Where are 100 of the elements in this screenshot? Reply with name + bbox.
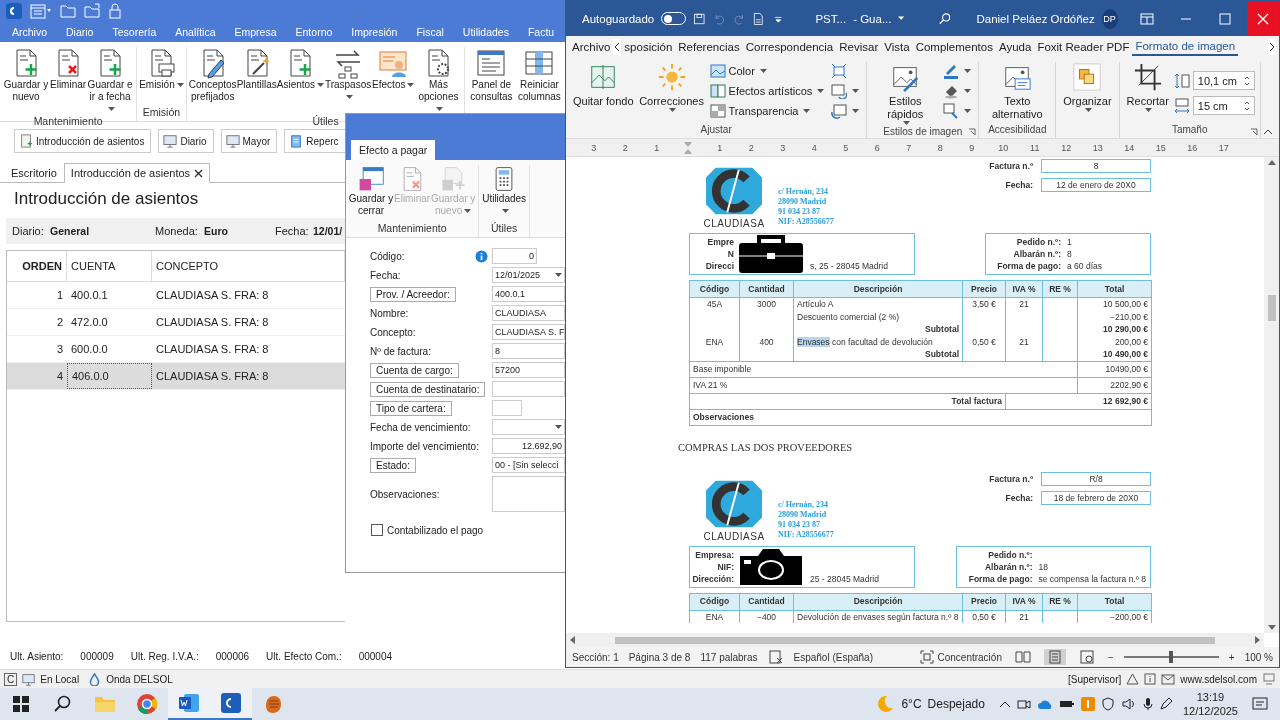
- ribbon-tab[interactable]: sposición: [621, 39, 676, 55]
- focus-button[interactable]: Concentración: [937, 651, 1002, 663]
- search-icon[interactable]: [938, 10, 952, 27]
- lookup-button[interactable]: Estado:: [370, 457, 416, 473]
- lookup-button[interactable]: Cuenta de destinatario:: [370, 381, 486, 397]
- notification-icon[interactable]: [1252, 696, 1268, 712]
- focus-icon[interactable]: [919, 649, 936, 665]
- shortcut-button[interactable]: Diario: [158, 129, 214, 153]
- cloud-icon[interactable]: [1036, 698, 1053, 710]
- camera-icon[interactable]: [1016, 697, 1031, 711]
- ribbon-button[interactable]: Quitar fondo: [571, 62, 636, 124]
- size-field[interactable]: 15 cm: [1192, 96, 1255, 115]
- menu-item[interactable]: Empresa: [226, 26, 277, 38]
- menu-item[interactable]: Analítica: [167, 26, 216, 38]
- arrow-right-icon[interactable]: [1255, 636, 1260, 644]
- ribbon-button[interactable]: Traspasos: [324, 47, 373, 103]
- ribbon-button[interactable]: Recortar: [1124, 62, 1171, 124]
- dialog-launcher-icon[interactable]: [968, 128, 977, 136]
- shortcut-button[interactable]: Reperc: [284, 129, 346, 153]
- document-tab[interactable]: Introducción de asientos: [63, 163, 211, 183]
- ribbon-button[interactable]: Panel de consultas: [467, 47, 516, 103]
- indent-marker-icon[interactable]: [684, 141, 693, 154]
- ribbon-button[interactable]: Estilos rápidos: [872, 62, 939, 126]
- input-field[interactable]: 0: [492, 248, 537, 264]
- shortcut-button[interactable]: Mayor: [220, 129, 278, 153]
- lock-icon[interactable]: [108, 3, 122, 19]
- app-tray-icon[interactable]: [1080, 697, 1095, 711]
- website-link[interactable]: www.sdelsol.com: [1180, 673, 1257, 685]
- pen-icon[interactable]: [1158, 697, 1173, 711]
- ribbon-button[interactable]: Efectos: [372, 47, 415, 91]
- scroll-thumb[interactable]: [1267, 295, 1276, 321]
- arrow-down-icon[interactable]: [1267, 625, 1276, 630]
- proofing-icon[interactable]: [767, 649, 784, 665]
- input-field[interactable]: 57200: [492, 362, 565, 378]
- info-icon[interactable]: [475, 249, 488, 263]
- ribbon-tab[interactable]: Referencias: [675, 39, 743, 55]
- ribbon-button[interactable]: Guardar e ir a fecha: [86, 47, 135, 115]
- ribbon-button[interactable]: Color: [707, 62, 827, 80]
- ribbon-button[interactable]: Eliminar: [50, 47, 87, 91]
- collapse-icon[interactable]: [1263, 129, 1273, 135]
- input-field[interactable]: CLAUDIASA: [492, 305, 565, 321]
- taskbar-app-button[interactable]: [168, 688, 210, 720]
- microphone-icon[interactable]: [1142, 697, 1153, 711]
- clock-time[interactable]: 13:19: [1196, 690, 1225, 704]
- ribbon-button[interactable]: Guardar y cerrar: [348, 165, 394, 217]
- input-field[interactable]: [492, 400, 522, 416]
- menu-item[interactable]: Fiscal: [408, 26, 444, 38]
- folder-icon[interactable]: [84, 3, 100, 19]
- input-field[interactable]: 8: [492, 343, 565, 359]
- input-field[interactable]: CLAUDIASA S. F: [492, 324, 565, 340]
- battery-icon[interactable]: [1058, 699, 1075, 709]
- ribbon-button[interactable]: Texto alternativo: [984, 62, 1051, 124]
- menu-item[interactable]: Factu: [519, 26, 555, 38]
- date-field[interactable]: 12/01/2025: [492, 267, 565, 283]
- maximize-icon[interactable]: [1216, 10, 1233, 27]
- ribbon-tab[interactable]: Ayuda: [995, 39, 1035, 55]
- warning-icon[interactable]: [1126, 673, 1140, 685]
- zoom-out-button[interactable]: −: [1107, 651, 1114, 663]
- menu-item[interactable]: Diario: [58, 26, 94, 38]
- menu-item[interactable]: Utilidades: [454, 26, 509, 38]
- menu-item[interactable]: Archivo: [4, 26, 47, 38]
- ribbon-button[interactable]: [941, 62, 974, 80]
- lookup-button[interactable]: Prov. / Acreedor:: [370, 286, 456, 302]
- speaker-icon[interactable]: [1120, 697, 1137, 711]
- zoom-in-button[interactable]: +: [1228, 651, 1235, 663]
- zoom-thumb[interactable]: [1169, 651, 1174, 663]
- ribbon-button[interactable]: Guardar y nuevo: [2, 47, 50, 103]
- table-row[interactable]: 2 472.0.0 CLAUDIASA S. FRA: 8: [7, 309, 345, 336]
- ribbon-tab[interactable]: Foxit Reader PDF: [1034, 39, 1133, 55]
- ribbon-button[interactable]: Plantillas: [236, 47, 277, 91]
- shield-icon[interactable]: [1100, 697, 1115, 711]
- scrollbar[interactable]: [1264, 157, 1279, 633]
- menu-item[interactable]: Tesorería: [104, 26, 157, 38]
- input-field[interactable]: 400.0.1: [492, 286, 565, 302]
- folder-icon[interactable]: [60, 3, 76, 19]
- input-field[interactable]: 00 - [Sin selecci: [492, 457, 565, 473]
- ribbon-button[interactable]: [941, 102, 974, 120]
- dialog-tab[interactable]: Efecto a pagar: [351, 140, 436, 160]
- clock-date[interactable]: 12/12/2025: [1182, 704, 1238, 718]
- ribbon-button[interactable]: Emisión: [139, 47, 184, 91]
- scroll-right-button[interactable]: [1268, 39, 1276, 55]
- ribbon-button[interactable]: [829, 82, 862, 100]
- ribbon-button[interactable]: Organizar: [1061, 62, 1114, 124]
- ribbon-tab[interactable]: Vista: [881, 39, 913, 55]
- ribbon-button[interactable]: Efectos artísticos: [707, 82, 827, 100]
- checkbox[interactable]: [371, 524, 383, 536]
- input-field[interactable]: [492, 381, 565, 397]
- table-row[interactable]: 1 400.0.1 CLAUDIASA S. FRA: 8: [7, 282, 345, 309]
- column-header[interactable]: ORDEN: [7, 251, 67, 281]
- ribbon-tab[interactable]: Archivo: [569, 39, 614, 55]
- arrow-up-icon[interactable]: [1267, 160, 1276, 165]
- column-header[interactable]: CUENTA: [67, 251, 152, 281]
- menu-item[interactable]: Entorno: [287, 26, 333, 38]
- print-layout-button[interactable]: [1043, 649, 1066, 665]
- date-field[interactable]: [492, 419, 565, 435]
- ribbon-tab[interactable]: Correspondencia: [742, 39, 837, 55]
- language-indicator[interactable]: Español (España): [793, 651, 873, 663]
- weather-text[interactable]: Despejado: [927, 697, 985, 711]
- ribbon-button[interactable]: [829, 102, 862, 120]
- ribbon-button[interactable]: Correcciones: [638, 62, 705, 124]
